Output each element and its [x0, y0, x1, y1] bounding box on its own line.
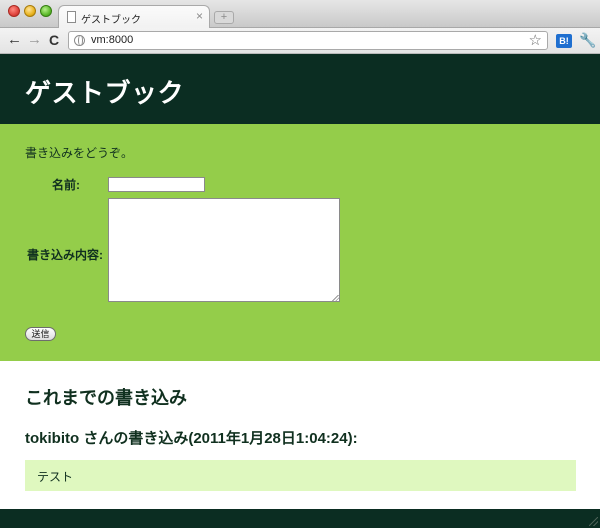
name-input[interactable]	[108, 177, 205, 192]
url-text[interactable]: vm:8000	[91, 34, 133, 46]
zoom-window-button[interactable]	[40, 5, 52, 17]
close-window-button[interactable]	[8, 5, 20, 17]
page-icon	[67, 11, 76, 23]
close-tab-icon[interactable]: ×	[196, 9, 203, 23]
window-resize-handle[interactable]	[589, 517, 598, 526]
address-bar[interactable]: vm:8000 ☆	[68, 31, 548, 50]
guestbook-form: 書き込みをどうぞ。 名前: 書き込み内容: 送信	[0, 124, 600, 361]
tab-title: ゲストブック	[81, 15, 141, 26]
browser-tab-bar: ゲストブック × +	[0, 0, 600, 29]
browser-toolbar: ← → C vm:8000 ☆ B! 🔧	[0, 28, 600, 54]
browser-tab[interactable]: ゲストブック ×	[58, 5, 210, 29]
entry-text: テスト	[37, 470, 74, 484]
site-footer	[0, 509, 600, 528]
reload-icon[interactable]: C	[49, 32, 59, 48]
wrench-icon[interactable]: 🔧	[579, 32, 596, 48]
page-title: ゲストブック	[25, 78, 185, 108]
bookmark-star-icon[interactable]: ☆	[529, 32, 542, 49]
entries-heading: これまでの書き込み	[25, 388, 187, 408]
entry-body: テスト	[25, 460, 576, 491]
form-intro: 書き込みをどうぞ。	[25, 146, 134, 160]
minimize-window-button[interactable]	[24, 5, 36, 17]
name-label: 名前:	[52, 178, 80, 192]
content-textarea[interactable]	[108, 198, 340, 302]
new-tab-button[interactable]: +	[214, 11, 234, 24]
entry-heading: tokibito さんの書き込み(2011年1月28日1:04:24):	[25, 430, 358, 447]
forward-arrow-icon[interactable]: →	[27, 32, 42, 48]
entries-section: これまでの書き込み tokibito さんの書き込み(2011年1月28日1:0…	[0, 361, 600, 509]
back-arrow-icon[interactable]: ←	[7, 32, 22, 48]
hatena-bookmark-icon[interactable]: B!	[556, 34, 572, 48]
submit-button[interactable]: 送信	[25, 327, 56, 341]
textarea-resize-handle[interactable]	[332, 295, 339, 301]
site-header: ゲストブック	[0, 54, 600, 124]
content-label: 書き込み内容:	[27, 248, 103, 262]
globe-icon	[74, 35, 85, 46]
